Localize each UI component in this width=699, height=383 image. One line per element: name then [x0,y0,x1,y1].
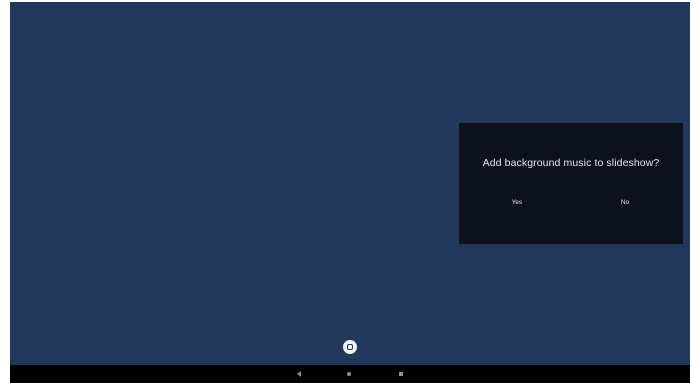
app-screen: Add background music to slideshow? Yes N… [10,2,690,383]
floating-home-button[interactable] [343,340,357,354]
home-square-icon [347,344,353,350]
system-navigation-bar [10,365,690,383]
music-prompt-dialog: Add background music to slideshow? Yes N… [459,123,683,244]
yes-button[interactable]: Yes [487,195,547,211]
recents-square-icon [399,372,403,376]
nav-back-button[interactable] [289,365,309,383]
nav-recents-button[interactable] [391,365,411,383]
home-circle-icon [347,372,351,376]
back-triangle-icon [297,371,301,377]
nav-home-button[interactable] [339,365,359,383]
no-button[interactable]: No [595,195,655,211]
dialog-title: Add background music to slideshow? [482,157,660,169]
